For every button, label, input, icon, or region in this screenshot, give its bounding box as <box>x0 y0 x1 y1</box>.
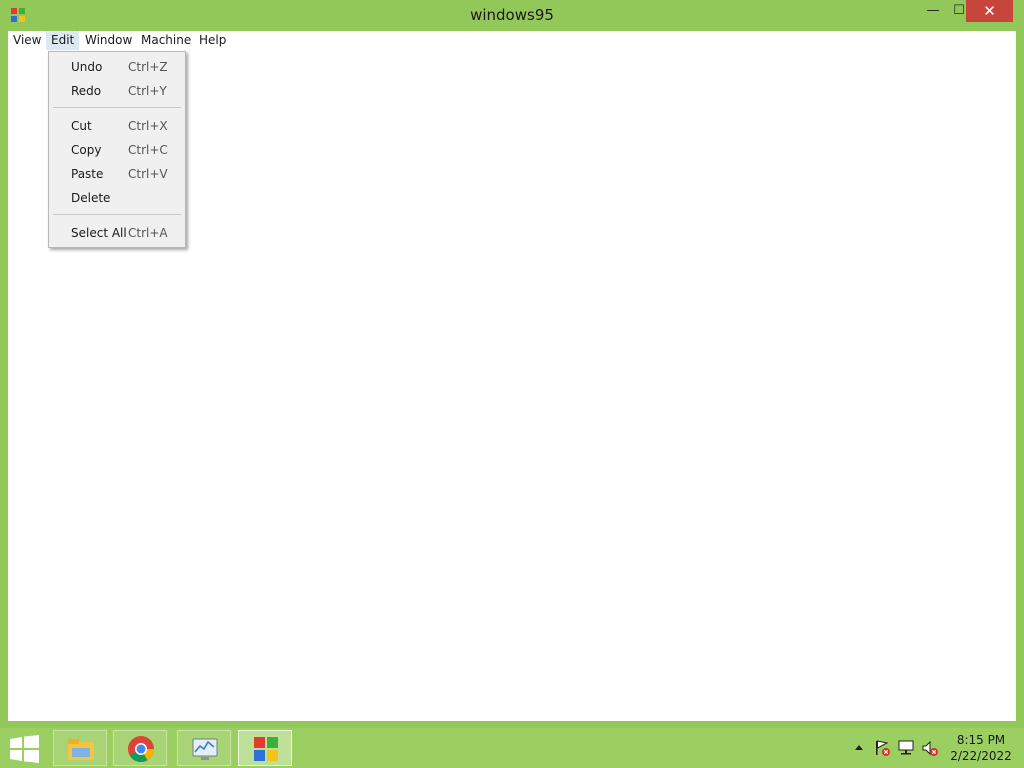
menu-item-label: Undo <box>71 60 103 74</box>
resource-monitor-icon <box>192 738 218 760</box>
menu-item-shortcut: Ctrl+C <box>128 143 168 157</box>
close-icon: ✕ <box>983 2 996 20</box>
menu-view[interactable]: View <box>8 31 46 50</box>
menu-separator <box>53 107 181 108</box>
taskbar-button-chrome[interactable] <box>113 730 167 766</box>
menu-item-undo[interactable]: Undo Ctrl+Z <box>49 55 185 79</box>
menu-machine[interactable]: Machine <box>136 31 196 50</box>
minimize-icon: — <box>926 3 940 18</box>
minimize-button[interactable]: — <box>920 0 946 22</box>
file-explorer-icon <box>68 739 94 760</box>
start-button[interactable] <box>4 732 46 766</box>
taskbar-button-windows95[interactable] <box>238 730 292 766</box>
taskbar-button-file-explorer[interactable] <box>53 730 107 766</box>
menu-item-shortcut: Ctrl+X <box>128 119 168 133</box>
taskbar-clock[interactable]: 8:15 PM 2/22/2022 <box>946 732 1016 764</box>
menu-item-label: Paste <box>71 167 104 181</box>
network-icon[interactable] <box>897 739 915 757</box>
menu-item-label: Copy <box>71 143 102 157</box>
menu-item-label: Redo <box>71 84 102 98</box>
menu-window[interactable]: Window <box>80 31 137 50</box>
volume-muted-icon[interactable] <box>921 739 939 757</box>
menu-item-label: Delete <box>71 191 111 205</box>
menu-item-label: Cut <box>71 119 92 133</box>
menu-help[interactable]: Help <box>194 31 231 50</box>
chrome-icon <box>128 736 155 763</box>
show-hidden-icons-chevron-icon[interactable] <box>850 739 868 757</box>
menu-edit[interactable]: Edit <box>46 31 80 50</box>
clock-time: 8:15 PM <box>956 733 1006 747</box>
action-center-flag-icon[interactable] <box>873 739 891 757</box>
clock-date: 2/22/2022 <box>950 749 1012 763</box>
title-bar[interactable]: windows95 — ☐ ✕ <box>0 0 1024 31</box>
windows95-icon <box>254 737 278 761</box>
menu-item-paste[interactable]: Paste Ctrl+V <box>49 162 185 186</box>
menu-item-shortcut: Ctrl+V <box>128 167 168 181</box>
taskbar: 8:15 PM 2/22/2022 <box>0 728 1024 768</box>
app-window: windows95 — ☐ ✕ View Edit Window Machine… <box>0 0 1024 728</box>
menu-item-label: Select All <box>71 226 127 240</box>
menu-item-copy[interactable]: Copy Ctrl+C <box>49 138 185 162</box>
menu-item-select-all[interactable]: Select All Ctrl+A <box>49 221 185 245</box>
menu-item-delete[interactable]: Delete <box>49 186 185 210</box>
menu-item-cut[interactable]: Cut Ctrl+X <box>49 114 185 138</box>
menu-item-shortcut: Ctrl+Y <box>128 84 167 98</box>
edit-menu-dropdown: Undo Ctrl+Z Redo Ctrl+Y Cut Ctrl+X Copy … <box>48 51 186 248</box>
taskbar-button-resource-monitor[interactable] <box>177 730 231 766</box>
menu-separator <box>53 214 181 215</box>
close-button[interactable]: ✕ <box>966 0 1013 22</box>
menu-item-shortcut: Ctrl+A <box>128 226 168 240</box>
window-title: windows95 <box>470 6 554 24</box>
windows-logo-icon <box>10 735 39 763</box>
menu-item-shortcut: Ctrl+Z <box>128 60 168 74</box>
menu-item-redo[interactable]: Redo Ctrl+Y <box>49 79 185 103</box>
maximize-icon: ☐ <box>953 3 965 18</box>
client-area[interactable]: View Edit Window Machine Help Undo Ctrl+… <box>8 31 1016 721</box>
